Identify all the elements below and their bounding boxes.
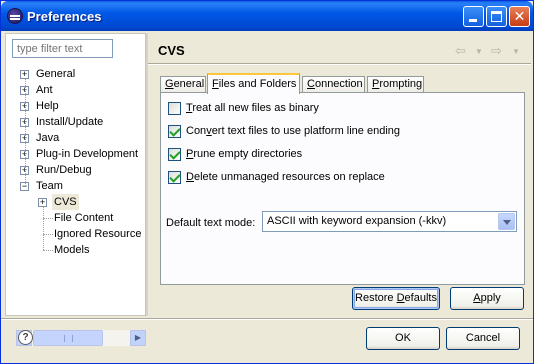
tree-connector — [43, 250, 53, 251]
tree-item[interactable]: Models — [6, 242, 145, 258]
tree-item-label: Java — [36, 132, 60, 144]
back-arrow-icon[interactable]: ⇦ — [455, 43, 466, 59]
text-mode-select[interactable]: ASCII with keyword expansion (-kkv) — [262, 211, 517, 232]
eclipse-icon — [7, 8, 23, 24]
tree-item-label: Help — [36, 100, 59, 112]
text-mode-label: Default text mode: — [166, 217, 256, 229]
tab-general[interactable]: General — [160, 76, 206, 93]
filter-input[interactable] — [12, 39, 113, 58]
tree-item-label: Plug-in Development — [36, 148, 139, 160]
tree-item[interactable]: + Install/Update — [6, 114, 145, 130]
files-and-folders-panel: Treat all new files as binary Convert te… — [160, 92, 525, 285]
page-title: CVS — [158, 43, 185, 58]
tab-connection[interactable]: Connection — [302, 76, 365, 93]
close-icon: ✕ — [513, 8, 526, 24]
horizontal-scrollbar[interactable]: ◀ ▶ — [16, 330, 146, 346]
forward-arrow-icon[interactable]: ⇨ — [491, 43, 502, 59]
text-mode-value: ASCII with keyword expansion (-kkv) — [267, 215, 447, 227]
tree-item-label: General — [36, 68, 76, 80]
tree-connector — [43, 218, 53, 219]
tree-item-label: Install/Update — [36, 116, 104, 128]
tree-item[interactable]: − Team — [6, 178, 145, 194]
tree-connector — [25, 79, 26, 186]
preference-page: CVS ⇦ ▼ ⇨ ▼ General Files and Folders Co… — [148, 33, 531, 316]
title-bar[interactable]: Preferences ✕ — [1, 1, 533, 31]
checkbox-box[interactable] — [168, 171, 181, 184]
checkbox-label: Treat all new files as binary — [186, 102, 319, 114]
tree-item[interactable]: File Content — [6, 210, 145, 226]
expand-icon[interactable]: + — [38, 198, 47, 207]
checkbox-label: Convert text files to use platform line … — [186, 125, 401, 137]
ok-button[interactable]: OK — [366, 327, 440, 350]
preference-tree-pane: +General+Ant+Help+Install/Update+Java+Pl… — [5, 33, 146, 346]
maximize-icon — [491, 11, 502, 22]
window-title: Preferences — [27, 9, 102, 24]
maximize-button[interactable] — [486, 6, 507, 27]
minimize-icon — [469, 19, 477, 22]
tree-item[interactable]: + Run/Debug — [6, 162, 145, 178]
apply-button[interactable]: Apply — [450, 287, 524, 310]
restore-defaults-button[interactable]: Restore Defaults — [352, 287, 440, 310]
help-icon[interactable]: ? — [18, 330, 33, 345]
tree-connector — [43, 207, 44, 250]
tree-item-label: File Content — [54, 212, 114, 224]
title-separator — [148, 63, 531, 65]
checkbox-label: Delete unmanaged resources on replace — [186, 171, 385, 183]
tree-item-label: Models — [54, 244, 90, 256]
chevron-down-icon[interactable] — [498, 213, 515, 230]
tree-item-label: Ant — [36, 84, 53, 96]
expand-icon[interactable]: + — [20, 70, 29, 79]
tree-item[interactable]: Ignored Resource — [6, 226, 145, 242]
checkbox-box[interactable] — [168, 125, 181, 138]
checkbox-label: Prune empty directories — [186, 148, 303, 160]
minimize-button[interactable] — [463, 6, 484, 27]
tab-prompting[interactable]: Prompting — [367, 76, 424, 93]
tree-item[interactable]: + Java — [6, 130, 145, 146]
preferences-window: Preferences ✕ +General+Ant+Help+Install/… — [0, 0, 534, 364]
scroll-thumb[interactable] — [33, 330, 103, 346]
tree-item[interactable]: + Help — [6, 98, 145, 114]
footer-separator — [1, 318, 533, 320]
scroll-right-icon[interactable]: ▶ — [130, 330, 146, 346]
tree-item[interactable]: + Ant — [6, 82, 145, 98]
checkbox-box[interactable] — [168, 102, 181, 115]
tree-item-label: Ignored Resource — [54, 228, 142, 240]
checkbox-box[interactable] — [168, 148, 181, 161]
tree-item-label: Team — [36, 180, 63, 192]
close-button[interactable]: ✕ — [509, 6, 530, 27]
tree-connector — [43, 234, 53, 235]
forward-dropdown-icon[interactable]: ▼ — [512, 47, 520, 56]
tree-item-label: Run/Debug — [36, 164, 92, 176]
cancel-button[interactable]: Cancel — [446, 327, 520, 350]
back-dropdown-icon[interactable]: ▼ — [475, 47, 483, 56]
tree-item-label: CVS — [52, 194, 79, 210]
tab-files-and-folders[interactable]: Files and Folders — [207, 73, 300, 94]
tree-item[interactable]: + CVS — [6, 194, 145, 210]
tree-item[interactable]: + Plug-in Development — [6, 146, 145, 162]
tree-item[interactable]: + General — [6, 66, 145, 82]
